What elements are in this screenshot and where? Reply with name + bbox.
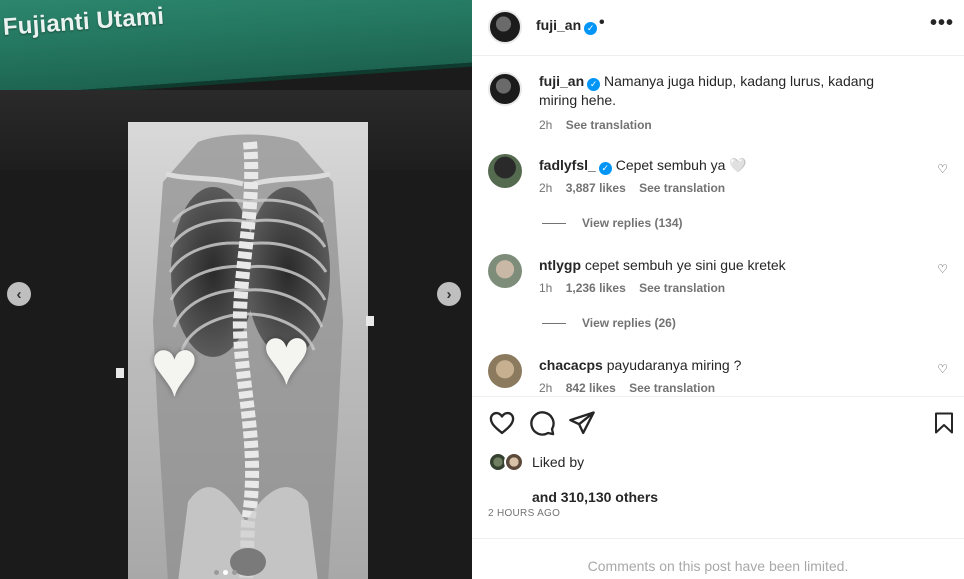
view-replies-link[interactable]: View replies (26) — [542, 316, 676, 330]
action-bar — [472, 396, 964, 450]
carousel-dots — [214, 570, 237, 575]
post-media: Fujianti Utami ♥ ♥ ‹ › — [0, 0, 472, 579]
see-translation-link[interactable]: See translation — [639, 181, 725, 195]
likes-summary: Liked by and 310,130 others — [488, 452, 948, 512]
like-comment-icon[interactable]: ♡ — [937, 362, 948, 376]
carousel-prev-button[interactable]: ‹ — [7, 282, 31, 306]
commenter-username[interactable]: chacacps — [539, 357, 603, 373]
heart-sticker-left: ♥ — [150, 323, 199, 414]
comment-likes[interactable]: 1,236 likes — [566, 281, 626, 295]
comment-text: payudaranya miring ? — [606, 357, 742, 373]
commenter-username[interactable]: fadlyfsl_ — [539, 157, 596, 173]
like-heart-icon[interactable] — [488, 409, 516, 437]
marker-right — [366, 316, 374, 326]
author-username-row[interactable]: fuji_an ✓ — [536, 17, 598, 35]
comment-text: Cepet sembuh ya 🤍 — [615, 157, 747, 173]
carousel-dot — [214, 570, 219, 575]
more-options-icon[interactable]: ••• — [930, 12, 954, 35]
verified-badge-icon: ✓ — [598, 162, 612, 175]
heart-sticker-right: ♥ — [262, 311, 311, 402]
post-side-panel: fuji_an ✓ • ••• fuji_an ✓ Namanya juga hid… — [472, 0, 964, 579]
likes-count-link[interactable]: and 310,130 others — [532, 489, 658, 505]
view-replies-link[interactable]: View replies (134) — [542, 216, 683, 230]
carousel-next-button[interactable]: › — [437, 282, 461, 306]
caption-username[interactable]: fuji_an — [539, 73, 584, 89]
verified-badge-icon: ✓ — [584, 22, 598, 35]
separator-dot: • — [599, 14, 605, 31]
see-translation-link[interactable]: See translation — [629, 381, 715, 395]
commenter-avatar[interactable] — [488, 254, 522, 288]
verified-badge-icon: ✓ — [587, 78, 601, 91]
commenter-avatar[interactable] — [488, 154, 522, 188]
comment-time: 1h — [539, 281, 553, 295]
marker-left — [116, 368, 124, 378]
comment-likes[interactable]: 842 likes — [566, 381, 616, 395]
author-avatar-small[interactable] — [488, 72, 522, 106]
carousel-dot-active — [223, 570, 228, 575]
comment-likes[interactable]: 3,887 likes — [566, 181, 626, 195]
comments-list[interactable]: fuji_an ✓ Namanya juga hidup, kadang luru… — [472, 57, 964, 396]
see-translation-link[interactable]: See translation — [639, 281, 725, 295]
carousel-dot — [232, 570, 237, 575]
caption-time: 2h — [539, 118, 553, 132]
commenter-username[interactable]: ntlygp — [539, 257, 581, 273]
save-bookmark-icon[interactable] — [932, 409, 956, 437]
comment-bubble-icon[interactable] — [528, 409, 556, 437]
like-comment-icon[interactable]: ♡ — [937, 162, 948, 176]
post-timestamp[interactable]: 2 HOURS AGO — [488, 508, 560, 519]
see-translation-link[interactable]: See translation — [566, 118, 652, 132]
comment-time: 2h — [539, 181, 553, 195]
post-header: fuji_an ✓ • ••• — [472, 0, 964, 56]
liked-by-label: Liked by — [532, 454, 585, 470]
commenter-avatar[interactable] — [488, 354, 522, 388]
comments-limited-notice: Comments on this post have been limited. — [472, 538, 964, 579]
like-comment-icon[interactable]: ♡ — [937, 262, 948, 276]
liker-avatar[interactable] — [504, 452, 524, 472]
author-username[interactable]: fuji_an — [536, 17, 581, 33]
author-avatar[interactable] — [488, 10, 522, 44]
comment-text: cepet sembuh ye sini gue kretek — [584, 257, 786, 273]
comment-time: 2h — [539, 381, 553, 395]
share-send-icon[interactable] — [568, 409, 596, 437]
